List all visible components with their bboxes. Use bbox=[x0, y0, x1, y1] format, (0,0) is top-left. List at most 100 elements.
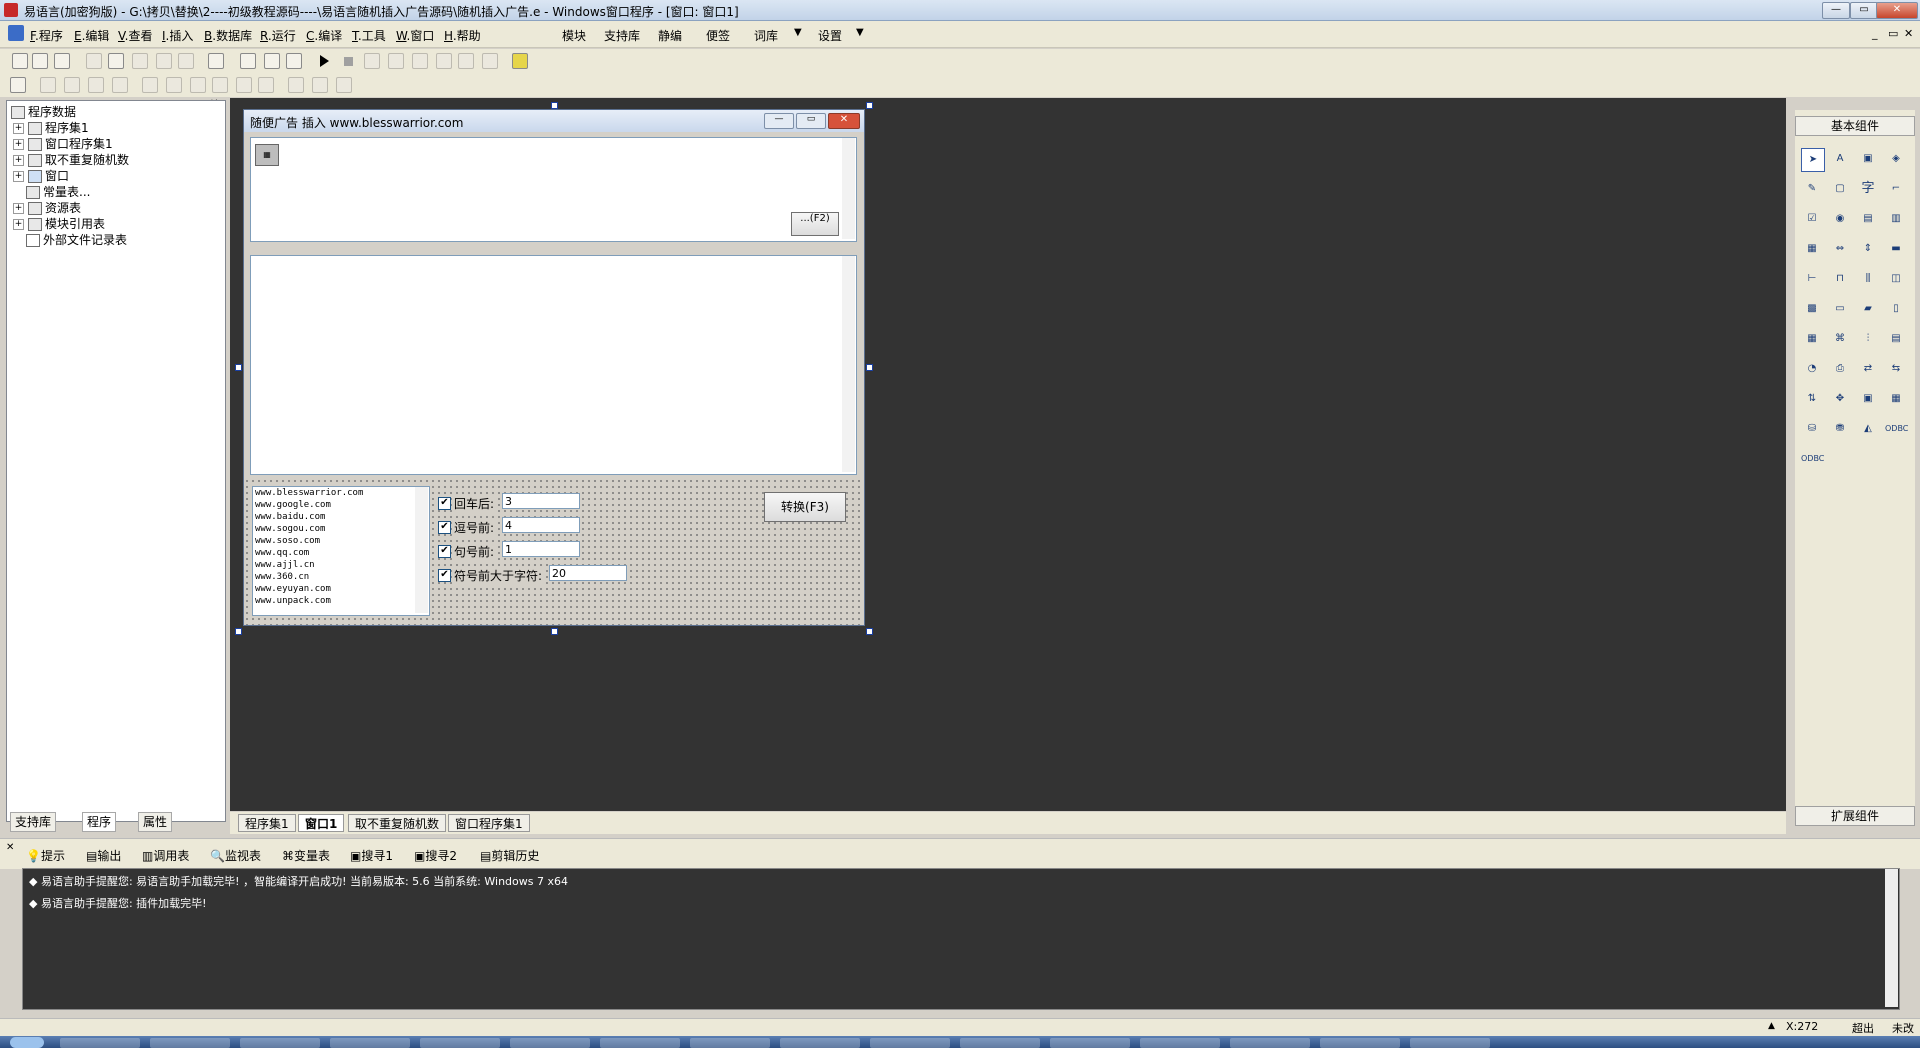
frame-icon[interactable]: ◫ bbox=[1885, 268, 1907, 290]
date-icon[interactable]: ▩ bbox=[1801, 298, 1823, 320]
redo-icon[interactable] bbox=[178, 53, 194, 69]
output-tab-search1[interactable]: ▣搜寻1 bbox=[350, 847, 393, 864]
resize-handle[interactable] bbox=[866, 102, 873, 109]
vscroll-icon[interactable]: ⇕ bbox=[1857, 238, 1879, 260]
taskbar-item[interactable] bbox=[1230, 1038, 1310, 1048]
list-item[interactable]: www.unpack.com bbox=[253, 595, 429, 607]
run-to-cursor-icon[interactable] bbox=[436, 53, 452, 69]
list-item[interactable]: www.soso.com bbox=[253, 535, 429, 547]
option-checkbox[interactable]: ✔ bbox=[438, 545, 451, 558]
checkbox-icon[interactable]: ☑ bbox=[1801, 208, 1823, 230]
align-top-icon[interactable] bbox=[88, 77, 104, 93]
taskbar-item[interactable] bbox=[1050, 1038, 1130, 1048]
maximize-button[interactable]: ▭ bbox=[1850, 2, 1878, 19]
menu-run[interactable]: R.运行 bbox=[260, 27, 296, 44]
menu-database[interactable]: B.数据库 bbox=[204, 27, 252, 44]
mdi-close-icon[interactable]: ✕ bbox=[1904, 27, 1913, 40]
menu-tools[interactable]: T.工具 bbox=[352, 27, 386, 44]
client-icon[interactable]: ⇄ bbox=[1857, 358, 1879, 380]
center-vertical-icon[interactable] bbox=[166, 77, 182, 93]
settings-dropdown-icon[interactable]: ▼ bbox=[856, 27, 864, 38]
expand-icon[interactable]: + bbox=[13, 155, 24, 166]
taskbar-item[interactable] bbox=[600, 1038, 680, 1048]
step-over-icon[interactable] bbox=[388, 53, 404, 69]
shape-icon[interactable]: ◈ bbox=[1885, 148, 1907, 170]
text-icon[interactable]: 字 bbox=[1857, 178, 1879, 200]
align-bottom-icon[interactable] bbox=[112, 77, 128, 93]
save-icon[interactable] bbox=[54, 53, 70, 69]
option-checkbox[interactable]: ✔ bbox=[438, 569, 451, 582]
tree-item-window[interactable]: + 窗口 bbox=[13, 167, 69, 183]
list-item[interactable]: www.qq.com bbox=[253, 547, 429, 559]
progress-icon[interactable]: ▬ bbox=[1885, 238, 1907, 260]
grid-icon[interactable] bbox=[10, 77, 26, 93]
minimize-button[interactable]: — bbox=[1822, 2, 1850, 19]
breakpoint-icon[interactable] bbox=[458, 53, 474, 69]
menu-module[interactable]: 模块 bbox=[562, 27, 586, 44]
folder-tool-icon[interactable]: ▰ bbox=[1857, 298, 1879, 320]
tree-item-window-program-set[interactable]: + 窗口程序集1 bbox=[13, 135, 113, 151]
table-icon[interactable]: ▤ bbox=[1885, 328, 1907, 350]
mdi-restore-icon[interactable]: ▭ bbox=[1888, 27, 1898, 40]
form-maximize-icon[interactable]: ▭ bbox=[796, 113, 826, 129]
port-icon[interactable]: ⇅ bbox=[1801, 388, 1823, 410]
space-horizontal-icon[interactable] bbox=[236, 77, 252, 93]
drag-icon[interactable]: ✥ bbox=[1829, 388, 1851, 410]
list-item[interactable]: www.blesswarrior.com bbox=[253, 487, 429, 499]
taskbar-item[interactable] bbox=[870, 1038, 950, 1048]
taskbar-item[interactable] bbox=[420, 1038, 500, 1048]
tree-root[interactable]: 程序数据 bbox=[11, 103, 76, 119]
same-height-icon[interactable] bbox=[212, 77, 228, 93]
list-item[interactable]: www.360.cn bbox=[253, 571, 429, 583]
tab-program[interactable]: 程序 bbox=[82, 812, 117, 832]
output-log[interactable]: ◆ 易语言助手提醒您: 易语言助手加载完毕! ，智能编译开启成功! 当前易版本:… bbox=[22, 868, 1900, 1010]
expand-icon[interactable]: + bbox=[13, 171, 24, 182]
output-scrollbar[interactable] bbox=[1885, 869, 1898, 1007]
combobox-icon[interactable]: ▤ bbox=[1857, 208, 1879, 230]
taskbar-item[interactable] bbox=[510, 1038, 590, 1048]
run-icon[interactable] bbox=[320, 55, 329, 67]
taskbar-item[interactable] bbox=[780, 1038, 860, 1048]
output-tab-clip-history[interactable]: ▤剪辑历史 bbox=[480, 847, 539, 864]
output-close-icon[interactable]: ✕ bbox=[6, 842, 14, 853]
menu-insert[interactable]: I.插入 bbox=[162, 27, 193, 44]
layout3-icon[interactable] bbox=[286, 53, 302, 69]
helper-icon[interactable] bbox=[512, 53, 528, 69]
resize-handle[interactable] bbox=[866, 628, 873, 635]
before-comma-field[interactable]: 4 bbox=[502, 517, 580, 533]
scrollbar[interactable] bbox=[842, 256, 855, 472]
grid-tool-icon[interactable]: ▦ bbox=[1801, 328, 1823, 350]
resize-handle[interactable] bbox=[866, 364, 873, 371]
editor-tab[interactable]: 取不重复随机数 bbox=[348, 814, 447, 832]
open-file-icon[interactable] bbox=[32, 53, 48, 69]
tree-item-random[interactable]: + 取不重复随机数 bbox=[13, 151, 129, 167]
layout1-icon[interactable] bbox=[240, 53, 256, 69]
expand-icon[interactable]: + bbox=[13, 203, 24, 214]
tree-item-resources[interactable]: + 资源表 bbox=[13, 199, 81, 215]
tree-item-constants[interactable]: 常量表... bbox=[26, 183, 90, 199]
new-file-icon[interactable] bbox=[12, 53, 28, 69]
menu-view[interactable]: V.查看 bbox=[118, 27, 153, 44]
document-icon[interactable]: ▯ bbox=[1885, 298, 1907, 320]
list-item[interactable]: www.ajjl.cn bbox=[253, 559, 429, 571]
tab-properties[interactable]: 属性 bbox=[138, 812, 173, 832]
server-icon[interactable]: ⫶ bbox=[1857, 328, 1879, 350]
list-item[interactable]: www.sogou.com bbox=[253, 523, 429, 535]
output-tab-variables[interactable]: ⌘变量表 bbox=[282, 847, 330, 864]
stop-icon[interactable] bbox=[344, 57, 353, 66]
network-icon[interactable]: ⌘ bbox=[1829, 328, 1851, 350]
taskbar-item[interactable] bbox=[960, 1038, 1040, 1048]
output-text-box[interactable] bbox=[250, 255, 857, 475]
mdi-minimize-icon[interactable]: _ bbox=[1872, 27, 1878, 40]
resize-handle[interactable] bbox=[235, 364, 242, 371]
list-item[interactable]: www.eyuyan.com bbox=[253, 583, 429, 595]
tab-control-icon[interactable]: ⊓ bbox=[1829, 268, 1851, 290]
taskbar-item[interactable] bbox=[240, 1038, 320, 1048]
align-right-icon[interactable] bbox=[64, 77, 80, 93]
top-text-box[interactable]: ▦ ...(F2) bbox=[250, 137, 857, 242]
editor-tab[interactable]: 窗口程序集1 bbox=[448, 814, 530, 832]
line-icon[interactable]: ⌐ bbox=[1885, 178, 1907, 200]
editor-tab[interactable]: 程序集1 bbox=[238, 814, 296, 832]
tree-item-external-files[interactable]: 外部文件记录表 bbox=[26, 231, 127, 247]
form-close-icon[interactable]: ✕ bbox=[828, 113, 860, 129]
